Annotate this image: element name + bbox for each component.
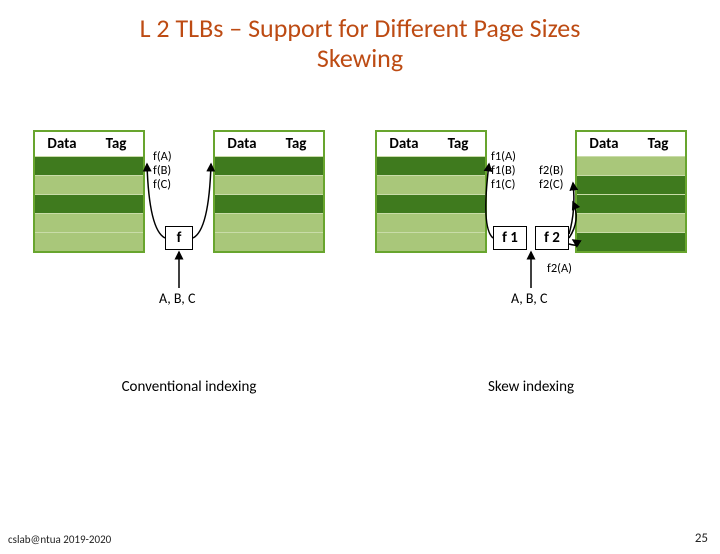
conv-input-label: A, B, C (159, 290, 195, 307)
skew-f1box-label: f 1 (502, 229, 518, 247)
flabel: f1(C) (491, 178, 516, 192)
skew-f2box: f 2 (535, 226, 569, 250)
flabel: f(C) (153, 178, 172, 192)
conv-fbox-label: f (177, 229, 182, 247)
skew-f1box: f 1 (493, 226, 527, 250)
col-tag: Tag (431, 132, 485, 156)
flabel: f1(B) (491, 164, 516, 178)
skew-caption: Skew indexing (371, 378, 691, 396)
col-tag: Tag (269, 132, 323, 156)
col-data: Data (215, 132, 269, 156)
diagram-row: Data Tag Data Tag (0, 110, 720, 396)
conventional-block: Data Tag Data Tag (29, 110, 349, 396)
skew-f2label-bottom: f2(A) (547, 262, 572, 276)
conv-fbox: f (165, 226, 193, 250)
flabel: f(A) (153, 150, 172, 164)
conv-tlb-left: Data Tag (33, 130, 145, 253)
flabel: f2(B) (539, 164, 564, 178)
skew-f2labels-top: f2(B) f2(C) (539, 164, 564, 192)
col-tag: Tag (631, 132, 685, 156)
skew-block: Data Tag Data Tag (371, 110, 691, 396)
flabel: f1(A) (491, 150, 516, 164)
col-data: Data (35, 132, 89, 156)
col-data: Data (577, 132, 631, 156)
skew-diagram: Data Tag Data Tag (371, 110, 691, 370)
title-line2: Skewing (317, 42, 403, 74)
skew-tlb-left: Data Tag (375, 130, 487, 253)
conv-caption: Conventional indexing (29, 378, 349, 396)
flabel: f(B) (153, 164, 172, 178)
conv-flabels: f(A) f(B) f(C) (153, 150, 172, 192)
title-line1: L 2 TLBs – Support for Different Page Si… (140, 12, 581, 44)
conventional-diagram: Data Tag Data Tag (29, 110, 349, 370)
skew-input-label: A, B, C (511, 290, 547, 307)
skew-tlb-right: Data Tag (575, 130, 687, 253)
slide-title: L 2 TLBs – Support for Different Page Si… (40, 14, 680, 74)
skew-f1labels: f1(A) f1(B) f1(C) (491, 150, 516, 192)
page-number: 25 (695, 531, 708, 546)
skew-f2box-label: f 2 (544, 229, 560, 247)
col-tag: Tag (89, 132, 143, 156)
col-data: Data (377, 132, 431, 156)
flabel: f2(C) (539, 178, 564, 192)
conv-tlb-right: Data Tag (213, 130, 325, 253)
